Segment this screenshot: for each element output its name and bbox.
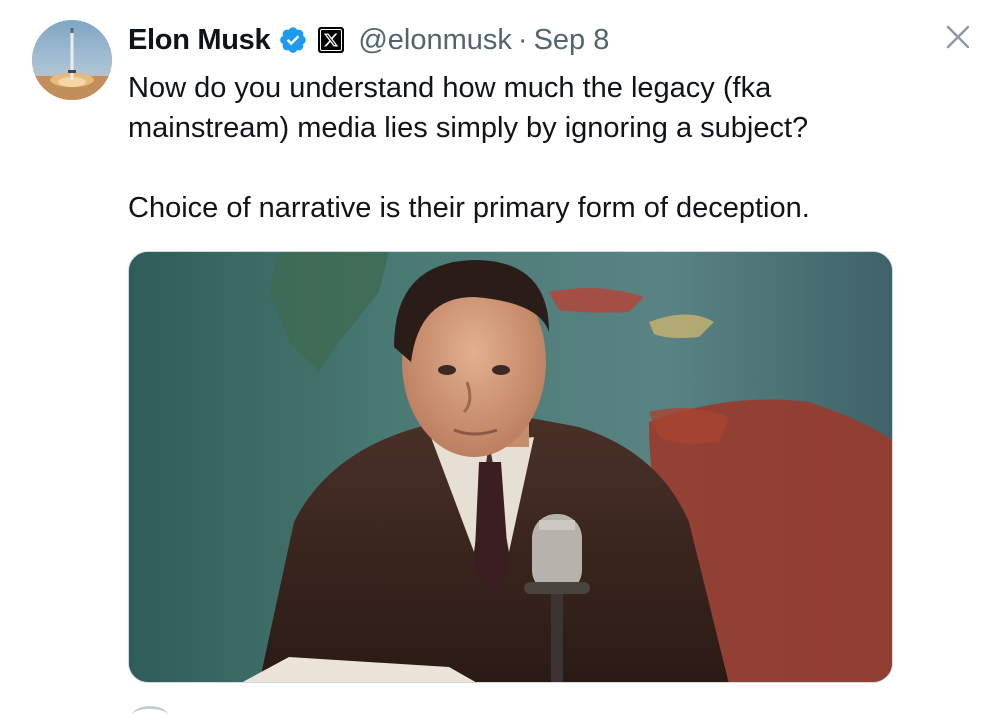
author-handle[interactable]: @elonmusk: [358, 24, 512, 57]
author-avatar[interactable]: [32, 20, 112, 100]
verified-badge-icon: [278, 25, 308, 55]
rocket-launch-avatar-icon: [32, 20, 112, 100]
close-button[interactable]: [943, 22, 973, 52]
tweet-card: Elon Musk @elonmusk · Sep 8 Now do you u…: [0, 0, 998, 714]
close-icon: [946, 25, 970, 49]
news-anchor-photo: [129, 252, 892, 682]
tweet-header: Elon Musk @elonmusk · Sep 8: [128, 18, 609, 62]
separator-dot: ·: [517, 23, 528, 56]
author-name[interactable]: Elon Musk: [128, 24, 271, 57]
tweet-text-line-2: mainstream) media lies simply by ignorin…: [128, 112, 809, 144]
tweet-text-line-1: Now do you understand how much the legac…: [128, 72, 772, 104]
reply-action-partial[interactable]: [132, 706, 168, 725]
tweet-media-photo[interactable]: [128, 251, 893, 683]
tweet-date[interactable]: Sep 8: [534, 24, 610, 57]
x-logo-badge-icon: [318, 27, 345, 53]
tweet-text-line-3: Choice of narrative is their primary for…: [128, 192, 810, 224]
